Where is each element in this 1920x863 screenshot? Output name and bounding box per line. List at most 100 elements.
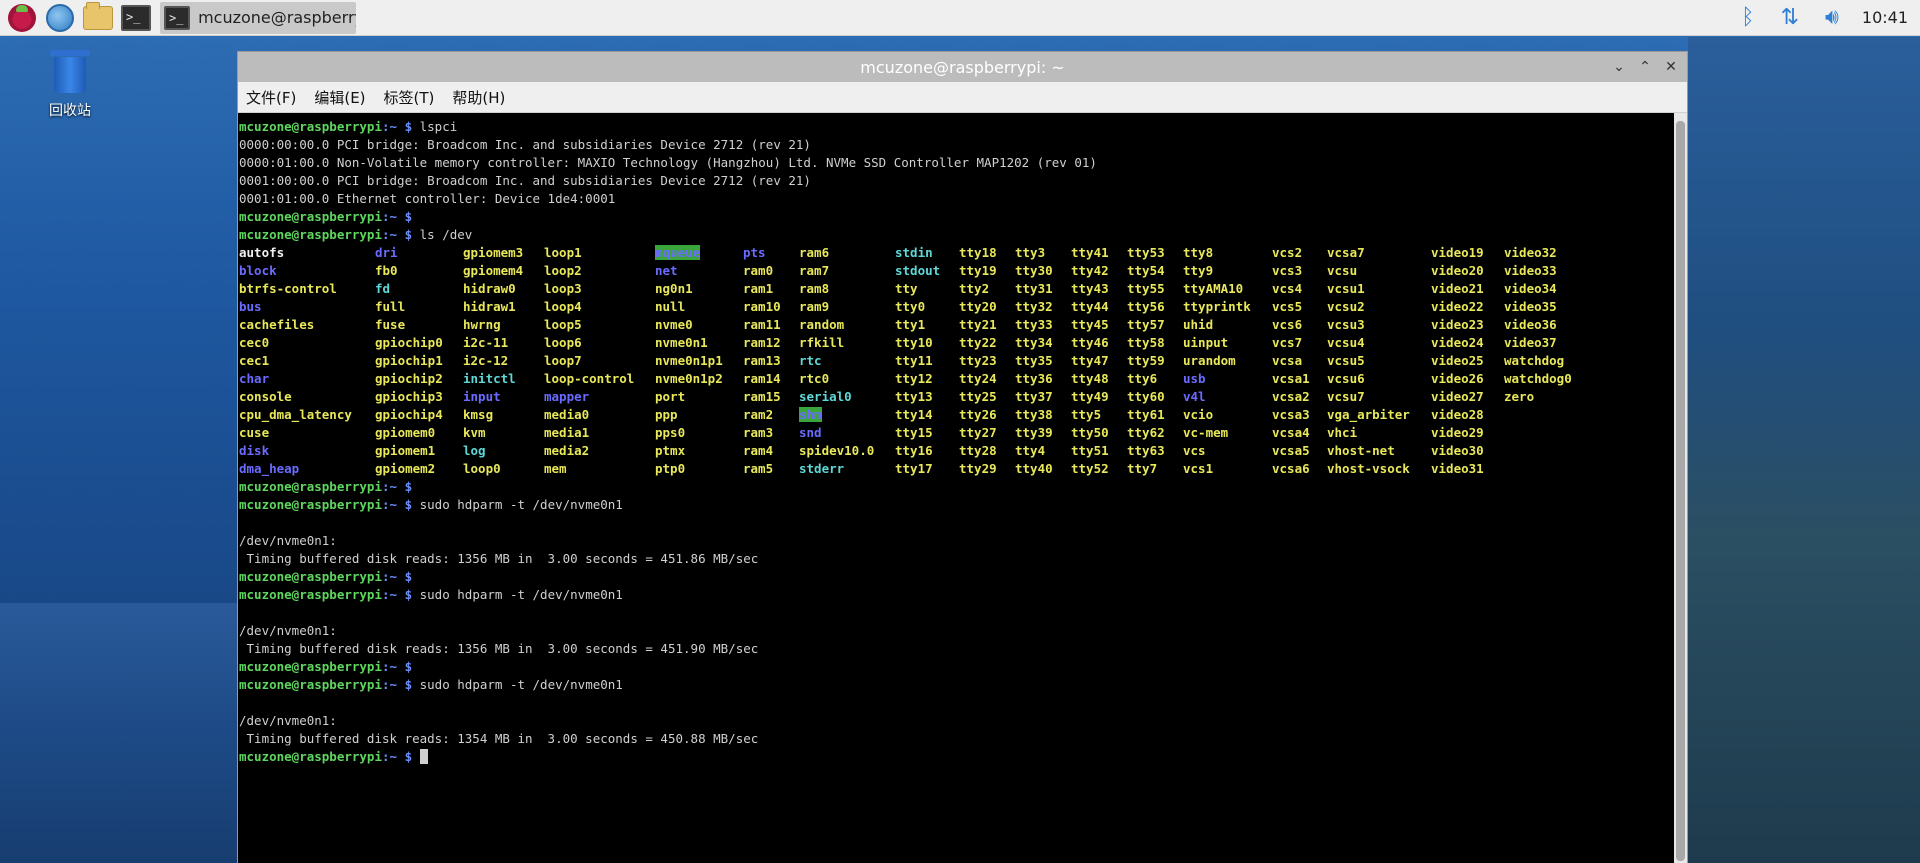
ls-entry: video34 [1504, 281, 1557, 296]
network-icon[interactable]: ⇅ [1778, 5, 1802, 30]
folder-icon [83, 1, 113, 30]
ls-entry: loop6 [544, 335, 582, 350]
ls-entry: vcs [1183, 443, 1206, 458]
ls-entry: input [463, 389, 501, 404]
ls-entry: vcs4 [1272, 281, 1303, 296]
bluetooth-icon[interactable]: ᛒ [1736, 5, 1760, 30]
trash-label: 回收站 [49, 103, 91, 119]
ls-entry: vcsa7 [1327, 245, 1365, 260]
prompt-user: mcuzone@raspberrypi [239, 677, 382, 692]
ls-entry: tty49 [1071, 389, 1109, 404]
close-button[interactable]: ✕ [1663, 59, 1679, 75]
menu-edit[interactable]: 编辑(E) [314, 87, 365, 108]
trash-icon [50, 50, 90, 94]
ls-entry: shm [799, 407, 822, 422]
ls-entry: ram12 [743, 335, 781, 350]
ls-entry: tty20 [959, 299, 997, 314]
ls-entry: vcsu3 [1327, 317, 1365, 332]
desktop-wallpaper-water [0, 603, 240, 863]
command-text: sudo hdparm -t /dev/nvme0n1 [412, 587, 623, 602]
ls-entry [1504, 406, 1584, 424]
ls-entry: video25 [1431, 353, 1484, 368]
ls-entry: fd [375, 281, 391, 296]
output-line: 0000:01:00.0 Non-Volatile memory control… [239, 155, 1097, 170]
menu-file[interactable]: 文件(F) [246, 87, 296, 108]
ls-entry: uhid [1183, 317, 1214, 332]
minimize-button[interactable]: ⌄ [1611, 59, 1627, 75]
output-line: /dev/nvme0n1: [239, 713, 337, 728]
clock[interactable]: 10:41 [1862, 8, 1908, 27]
ls-entry: vcsu5 [1327, 353, 1365, 368]
prompt-path: :~ $ [382, 479, 413, 494]
ls-entry: tty41 [1071, 245, 1109, 260]
ls-entry: block [239, 263, 277, 278]
ls-entry: ttyprintk [1183, 299, 1251, 314]
ls-entry: v4l [1183, 389, 1206, 404]
browser-launcher[interactable] [44, 2, 76, 34]
ls-entry: tty34 [1015, 335, 1053, 350]
ls-entry: vcsu [1327, 263, 1358, 278]
ls-entry: serial0 [799, 389, 852, 404]
ls-entry: kvm [463, 425, 486, 440]
ls-entry: nvme0n1 [655, 335, 708, 350]
ls-entry: vcs7 [1272, 335, 1303, 350]
ls-entry: video32 [1504, 245, 1557, 260]
ls-entry: tty25 [959, 389, 997, 404]
ls-entry: tty4 [1015, 443, 1046, 458]
file-manager-launcher[interactable] [82, 1, 114, 34]
ls-entry: tty52 [1071, 461, 1109, 476]
command-text: sudo hdparm -t /dev/nvme0n1 [412, 497, 623, 512]
raspberry-menu-button[interactable] [6, 2, 38, 34]
ls-entry: tty18 [959, 245, 997, 260]
ls-entry: loop1 [544, 245, 582, 260]
prompt-user: mcuzone@raspberrypi [239, 227, 382, 242]
volume-icon[interactable]: 🔊︎ [1820, 5, 1844, 30]
terminal-launcher[interactable]: >_ [120, 2, 152, 34]
ls-entry: tty19 [959, 263, 997, 278]
ls-entry: tty55 [1127, 281, 1165, 296]
ls-entry: tty46 [1071, 335, 1109, 350]
ls-entry: watchdog0 [1504, 371, 1572, 386]
ls-entry: spidev10.0 [799, 443, 875, 458]
ls-entry: tty15 [895, 425, 933, 440]
prompt-line: mcuzone@raspberrypi:~ $ ls /dev [239, 226, 1675, 244]
prompt-line: mcuzone@raspberrypi:~ $ lspci [239, 118, 1675, 136]
ls-entry: vcsa3 [1272, 407, 1310, 422]
ls-entry: tty24 [959, 371, 997, 386]
ls-entry [1504, 460, 1584, 478]
ls-entry: tty30 [1015, 263, 1053, 278]
ls-entry [1504, 424, 1584, 442]
ls-entry: tty3 [1015, 245, 1046, 260]
ls-entry: video31 [1431, 461, 1484, 476]
trash-desktop-icon[interactable]: 回收站 [40, 50, 100, 120]
ls-entry: gpiomem0 [375, 425, 436, 440]
ls-entry: video22 [1431, 299, 1484, 314]
maximize-button[interactable]: ⌃ [1637, 59, 1653, 75]
ls-entry: stdout [895, 263, 941, 278]
ls-entry: vcio [1183, 407, 1214, 422]
ls-entry: tty51 [1071, 443, 1109, 458]
output-line: 0001:00:00.0 PCI bridge: Broadcom Inc. a… [239, 173, 811, 188]
ls-entry: video20 [1431, 263, 1484, 278]
ls-entry: tty9 [1183, 263, 1214, 278]
ls-entry: media2 [544, 443, 590, 458]
ls-entry: hidraw0 [463, 281, 516, 296]
ls-entry: tty27 [959, 425, 997, 440]
ls-entry: ram15 [743, 389, 781, 404]
ls-entry: video27 [1431, 389, 1484, 404]
menu-tabs[interactable]: 标签(T) [384, 87, 435, 108]
ls-entry: tty28 [959, 443, 997, 458]
window-titlebar[interactable]: mcuzone@raspberrypi: ~ ⌄ ⌃ ✕ [238, 52, 1687, 82]
ls-entry: cpu_dma_latency [239, 407, 352, 422]
command-text: lspci [412, 119, 458, 134]
terminal-output[interactable]: mcuzone@raspberrypi:~ $ lspci 0000:00:00.… [238, 113, 1675, 863]
system-tray: ᛒ ⇅ 🔊︎ 10:41 [1736, 5, 1920, 30]
ls-entry: rfkill [799, 335, 845, 350]
ls-entry: gpiochip3 [375, 389, 443, 404]
scrollbar-thumb[interactable] [1676, 121, 1685, 861]
ls-entry [1504, 442, 1584, 460]
ls-entry: gpiomem3 [463, 245, 524, 260]
terminal-scrollbar[interactable] [1674, 113, 1687, 863]
menu-help[interactable]: 帮助(H) [452, 87, 505, 108]
taskbar-window-button[interactable]: >_ mcuzone@raspberry.. [160, 1, 356, 34]
